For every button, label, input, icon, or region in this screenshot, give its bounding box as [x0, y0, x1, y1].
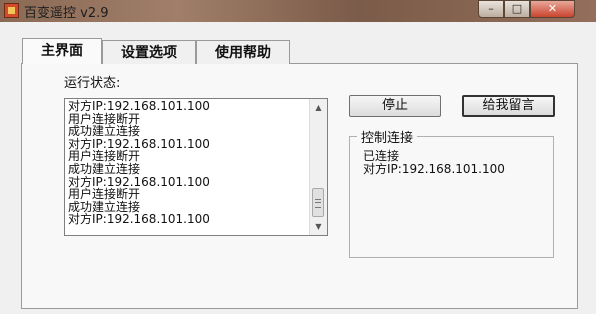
scroll-down-icon[interactable]: ▼ [310, 218, 327, 235]
log-line: 对方IP:192.168.101.100 [68, 212, 210, 227]
log-line: 用户连接断开 [68, 187, 141, 202]
grip-icon [315, 199, 321, 208]
control-connection-title: 控制连接 [357, 127, 418, 146]
leave-message-button[interactable]: 给我留言 [462, 95, 555, 117]
scroll-thumb[interactable] [312, 188, 324, 217]
peer-ip: 对方IP:192.168.101.100 [363, 162, 505, 176]
log-line: 成功建立连接 [68, 124, 141, 139]
app-icon [4, 3, 19, 18]
tab-main[interactable]: 主界面 [22, 38, 102, 64]
maximize-button[interactable]: □ [504, 0, 530, 18]
scroll-up-icon[interactable]: ▲ [310, 99, 327, 116]
log-scrollbar[interactable]: ▲ ▼ [309, 99, 327, 235]
window-title: 百变遥控 v2.9 [24, 6, 109, 21]
minimize-button[interactable]: – [478, 0, 504, 18]
log-line: 对方IP:192.168.101.100 [68, 99, 210, 113]
stop-button[interactable]: 停止 [349, 95, 441, 117]
log-lines: 对方IP:192.168.101.100 用户连接断开 成功建立连接 对方IP:… [68, 100, 210, 226]
status-label: 运行状态: [64, 76, 121, 91]
title-bar: 百变遥控 v2.9 – □ ✕ [0, 0, 596, 22]
log-line: 成功建立连接 [68, 161, 141, 176]
status-log[interactable]: 对方IP:192.168.101.100 用户连接断开 成功建立连接 对方IP:… [64, 98, 328, 236]
control-connection-info: 已连接 对方IP:192.168.101.100 [363, 150, 505, 176]
tab-settings[interactable]: 设置选项 [102, 40, 196, 64]
close-button[interactable]: ✕ [530, 0, 575, 18]
tab-help[interactable]: 使用帮助 [196, 40, 290, 64]
